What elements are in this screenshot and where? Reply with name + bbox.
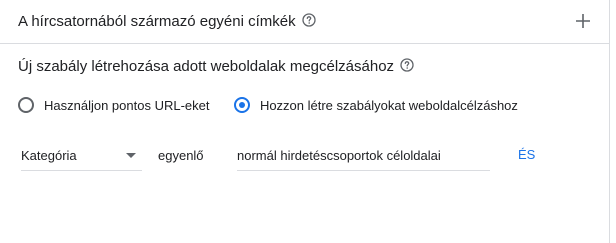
plus-icon[interactable]: [575, 13, 591, 29]
operator-text: egyenlő: [158, 148, 204, 163]
custom-labels-panel: A hírcsatornából származó egyéni címkék …: [0, 0, 610, 243]
section-title: A hírcsatornából származó egyéni címkék: [18, 13, 316, 31]
section-title-text: A hírcsatornából származó egyéni címkék: [18, 13, 296, 30]
radio-create-rules[interactable]: Hozzon létre szabályokat weboldalcélzásh…: [232, 97, 518, 113]
radio-exact-urls[interactable]: Használjon pontos URL-eket: [16, 97, 209, 113]
rule-title: Új szabály létrehozása adott weboldalak …: [18, 58, 414, 76]
radio-label: Használjon pontos URL-eket: [44, 97, 210, 113]
field-select-value: Kategória: [21, 148, 77, 163]
condition-value-input[interactable]: normál hirdetéscsoportok céloldalai: [237, 143, 490, 171]
radio-label: Hozzon létre szabályokat weboldalcélzásh…: [259, 97, 518, 113]
dropdown-caret-icon: [126, 153, 136, 158]
field-select-dropdown[interactable]: Kategória: [21, 143, 142, 171]
rule-condition-row: Kategória egyenlő normál hirdetéscsoport…: [21, 143, 601, 171]
radio-button-unchecked[interactable]: [18, 97, 34, 113]
rule-title-text: Új szabály létrehozása adott weboldalak …: [18, 58, 395, 75]
and-button[interactable]: ÉS: [518, 147, 535, 162]
condition-value-text: normál hirdetéscsoportok céloldalai: [237, 148, 441, 163]
targeting-mode-radio-group: Használjon pontos URL-eket Hozzon létre …: [16, 97, 536, 121]
section-header[interactable]: A hírcsatornából származó egyéni címkék: [0, 0, 609, 44]
help-circle-icon[interactable]: [301, 13, 316, 27]
radio-button-checked[interactable]: [233, 97, 250, 113]
help-circle-icon[interactable]: [400, 58, 414, 72]
